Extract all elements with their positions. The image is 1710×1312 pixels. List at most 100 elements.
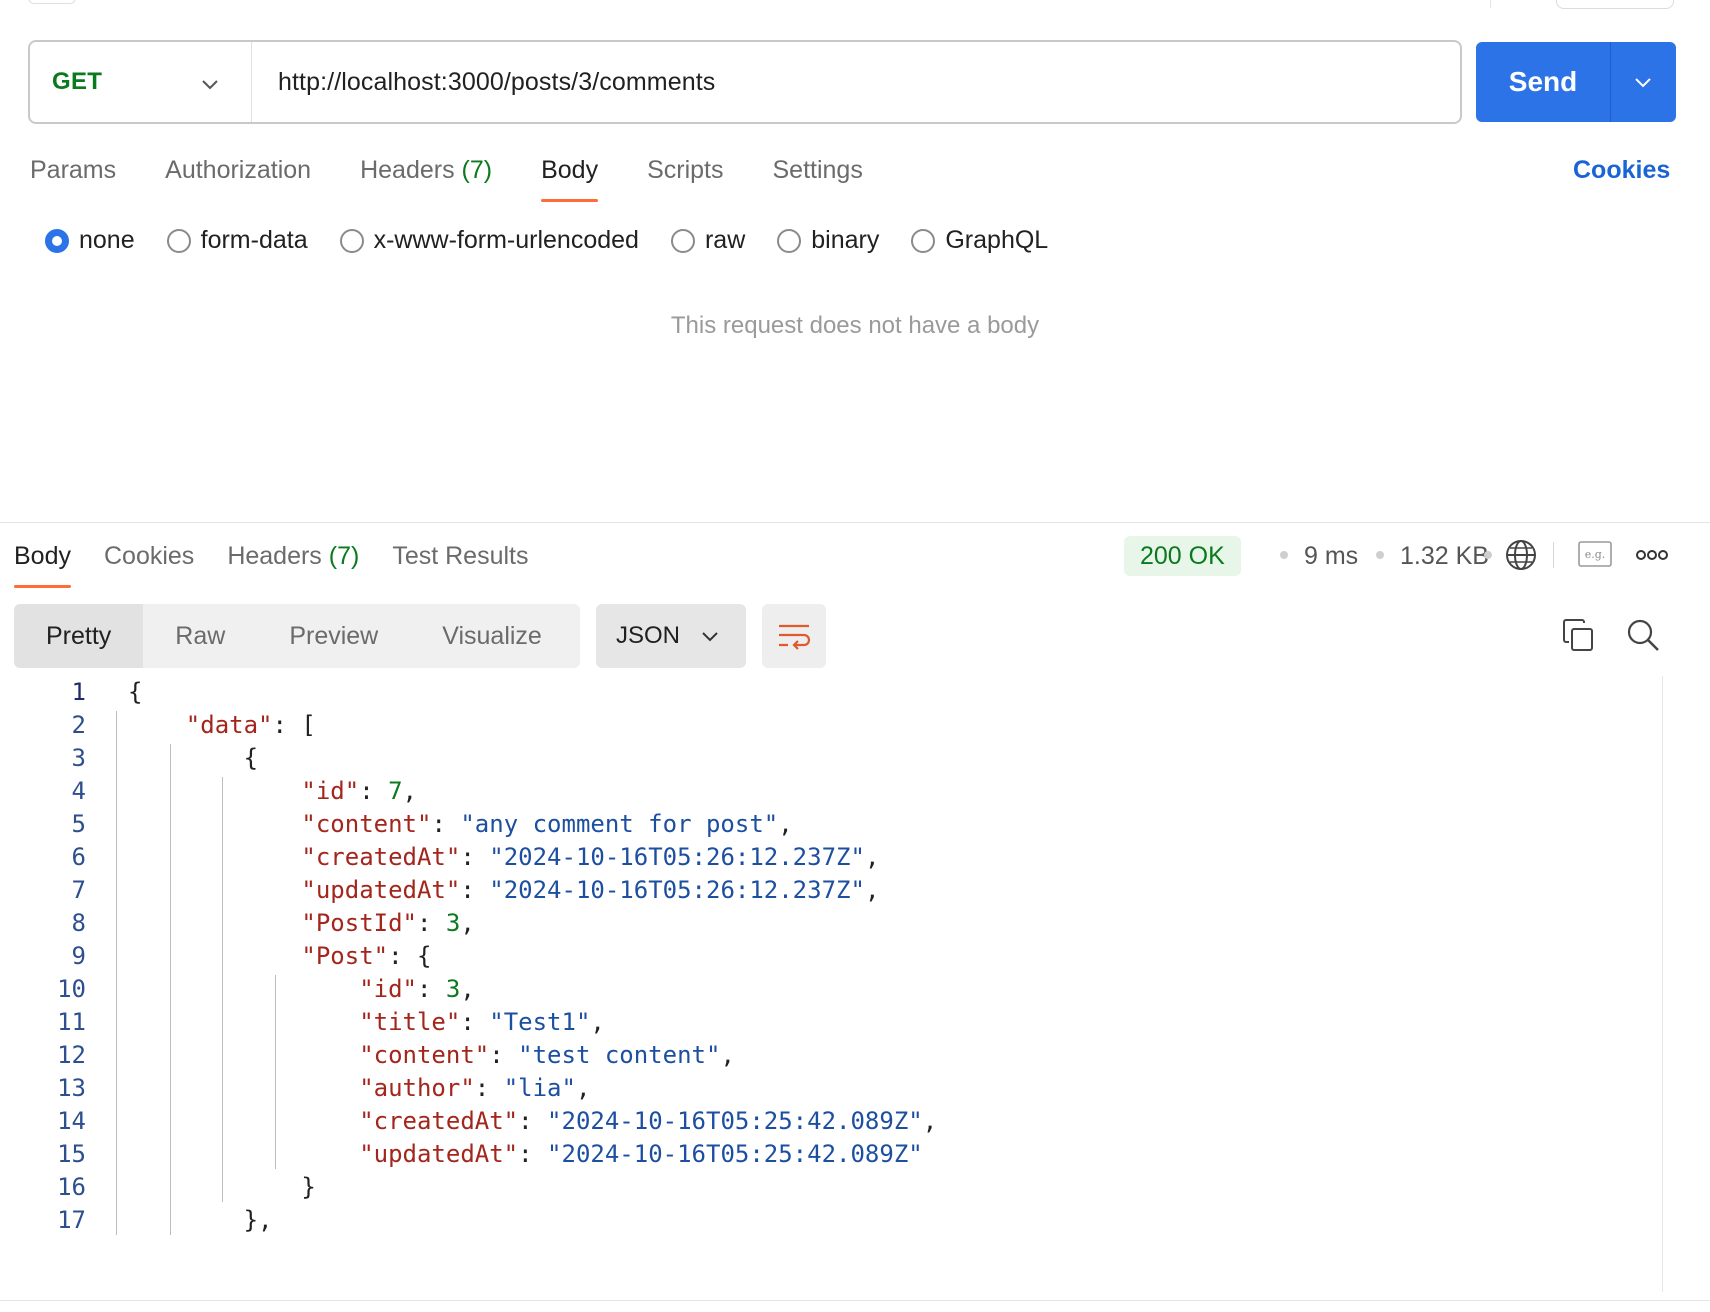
pane-divider[interactable] (0, 522, 1710, 523)
response-tabs: Body Cookies Headers (7) Test Results (14, 540, 562, 588)
svg-text:e.g.: e.g. (1585, 548, 1606, 561)
response-tab-body[interactable]: Body (14, 540, 71, 588)
wrap-lines-icon (779, 624, 811, 650)
copy-icon[interactable] (1562, 618, 1594, 652)
response-size[interactable]: 1.32 KB (1400, 538, 1489, 574)
tab-label: Settings (772, 156, 863, 184)
chevron-down-icon (1635, 78, 1651, 88)
tab-headers[interactable]: Headers (7) (360, 152, 492, 202)
radio-button[interactable] (339, 228, 364, 253)
radio-binary[interactable]: binary (777, 226, 879, 255)
tab-label: Params (30, 156, 117, 184)
line-number: 17 (57, 1206, 86, 1234)
tab-label: Cookies (103, 542, 195, 570)
line-number: 12 (57, 1041, 86, 1069)
view-mode-toggle: Pretty Raw Preview Visualize (14, 604, 580, 668)
indent-guide (275, 975, 276, 1169)
indent-guide (170, 744, 171, 1235)
line-number: 5 (71, 810, 86, 838)
line-content: "updatedAt": "2024-10-16T05:25:42.089Z" (359, 1140, 923, 1168)
line-content: "PostId": 3, (301, 909, 475, 937)
line-content: "updatedAt": "2024-10-16T05:26:12.237Z", (301, 876, 880, 904)
request-tabs: Params Authorization Headers (7) Body Script… (30, 152, 912, 202)
example-icon[interactable]: e.g. (1578, 541, 1612, 567)
more-icon[interactable] (1636, 548, 1668, 562)
view-preview-button[interactable]: Preview (257, 604, 410, 668)
tab-params[interactable]: Params (30, 152, 116, 202)
line-content: "author": "lia", (359, 1074, 591, 1102)
bottom-divider (0, 1300, 1710, 1301)
line-content: "createdAt": "2024-10-16T05:26:12.237Z", (301, 843, 880, 871)
line-content: "title": "Test1", (359, 1008, 605, 1036)
wrap-lines-button[interactable] (762, 604, 826, 668)
view-pretty-button[interactable]: Pretty (14, 604, 144, 668)
line-content: "id": 3, (359, 975, 475, 1003)
response-body-viewer[interactable]: 1 {2 "data": [3 {4 "id": 7, 5 "content": "… (0, 676, 1662, 1296)
tab-authorization[interactable]: Authorization (165, 152, 311, 202)
line-number: 1 (71, 678, 86, 706)
tab-settings[interactable]: Settings (772, 152, 862, 202)
tab-scripts[interactable]: Scripts (647, 152, 723, 202)
indent-guide (222, 777, 223, 1202)
meta-separator (1280, 551, 1288, 559)
top-toolbar-button-fragment[interactable] (1556, 0, 1674, 9)
scrollbar-track[interactable] (1662, 676, 1663, 1292)
line-number: 8 (71, 909, 86, 937)
radio-button[interactable] (911, 228, 936, 253)
body-type-radios: none form-data x-www-form-urlencoded raw bin… (45, 226, 1080, 255)
send-button-group: Send (1476, 42, 1676, 122)
line-number: 4 (71, 777, 86, 805)
toolbar-divider (1553, 542, 1554, 568)
line-content: "content": "any comment for post", (301, 810, 793, 838)
tab-label: Scripts (647, 156, 724, 184)
response-tab-cookies[interactable]: Cookies (104, 540, 194, 588)
send-button[interactable]: Send (1476, 66, 1610, 98)
globe-icon[interactable] (1504, 538, 1538, 572)
line-number: 13 (57, 1074, 86, 1102)
line-content: { (128, 744, 259, 772)
view-visualize-button[interactable]: Visualize (410, 604, 574, 668)
tab-count: (7) (328, 542, 360, 570)
cookies-link[interactable]: Cookies (1573, 156, 1670, 185)
view-raw-button[interactable]: Raw (143, 604, 257, 668)
radio-none[interactable]: none (45, 226, 135, 255)
radio-form-data[interactable]: form-data (166, 226, 308, 255)
line-number: 15 (57, 1140, 86, 1168)
line-number: 9 (71, 942, 86, 970)
radio-label: raw (704, 226, 746, 254)
search-icon[interactable] (1626, 618, 1660, 652)
line-content: { (128, 678, 143, 706)
tab-label: Headers (227, 542, 322, 570)
radio-button[interactable] (166, 228, 191, 253)
indent-guide (116, 711, 117, 1235)
radio-button[interactable] (670, 228, 695, 253)
meta-separator (1376, 551, 1384, 559)
chevron-down-icon (702, 632, 718, 642)
radio-x-www-form-urlencoded[interactable]: x-www-form-urlencoded (339, 226, 639, 255)
line-content: "content": "test content", (359, 1041, 735, 1069)
radio-label: x-www-form-urlencoded (373, 226, 639, 254)
radio-button[interactable] (45, 228, 69, 253)
send-options-button[interactable] (1611, 42, 1675, 122)
url-input[interactable]: http://localhost:3000/posts/3/comments (252, 68, 715, 97)
tab-label: Test Results (392, 542, 529, 570)
format-label: JSON (616, 622, 681, 649)
status-badge[interactable]: 200 OK (1124, 536, 1241, 576)
method-select[interactable]: GET (30, 42, 252, 122)
empty-body-message: This request does not have a body (670, 312, 1040, 339)
meta-separator (1484, 551, 1492, 559)
chevron-down-icon (202, 80, 218, 90)
line-number: 3 (71, 744, 86, 772)
radio-raw[interactable]: raw (670, 226, 746, 255)
format-select[interactable]: JSON (596, 604, 746, 668)
radio-button[interactable] (777, 228, 802, 253)
line-content: "Post": { (301, 942, 432, 970)
tab-label: Authorization (165, 156, 312, 184)
line-number: 16 (57, 1173, 86, 1201)
response-tab-headers[interactable]: Headers (7) (227, 540, 359, 588)
radio-label: GraphQL (945, 226, 1049, 254)
response-time[interactable]: 9 ms (1304, 538, 1358, 574)
radio-graphql[interactable]: GraphQL (911, 226, 1048, 255)
response-tab-test-results[interactable]: Test Results (392, 540, 528, 588)
tab-body[interactable]: Body (541, 152, 598, 202)
